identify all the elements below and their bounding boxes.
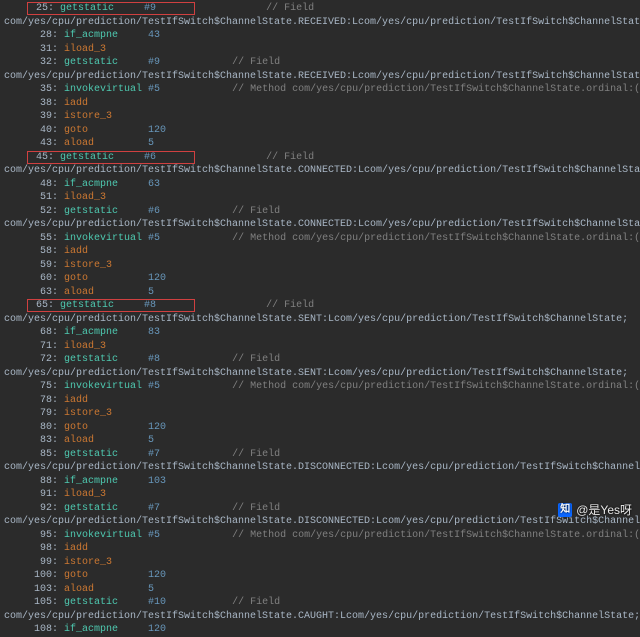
code-line: 85: getstatic #7 // Field (4, 448, 640, 462)
code-line: 98: iadd (4, 542, 640, 556)
code-line: 52: getstatic #6 // Field (4, 205, 640, 219)
code-line: com/yes/cpu/prediction/TestIfSwitch$Chan… (4, 515, 640, 529)
code-line: 68: if_acmpne 83 (4, 326, 640, 340)
code-line: 32: getstatic #9 // Field (4, 56, 640, 70)
code-line: com/yes/cpu/prediction/TestIfSwitch$Chan… (4, 218, 640, 232)
code-line: 43: aload 5 (4, 137, 640, 151)
code-line: 75: invokevirtual #5 // Method com/yes/c… (4, 380, 640, 394)
code-line: 95: invokevirtual #5 // Method com/yes/c… (4, 529, 640, 543)
code-line: 108: if_acmpne 120 (4, 623, 640, 637)
code-line: 72: getstatic #8 // Field (4, 353, 640, 367)
code-line: 78: iadd (4, 394, 640, 408)
code-line: com/yes/cpu/prediction/TestIfSwitch$Chan… (4, 313, 640, 327)
watermark: 知 @是Yes呀 (558, 502, 632, 518)
code-line: 38: iadd (4, 97, 640, 111)
code-line: 45: getstatic #6 // Field (4, 151, 640, 165)
code-line: 80: goto 120 (4, 421, 640, 435)
code-line: 100: goto 120 (4, 569, 640, 583)
code-line: 40: goto 120 (4, 124, 640, 138)
code-line: com/yes/cpu/prediction/TestIfSwitch$Chan… (4, 367, 640, 381)
bytecode-listing: 25: getstatic #9 // Fieldcom/yes/cpu/pre… (0, 0, 640, 637)
code-line: 60: goto 120 (4, 272, 640, 286)
code-line: com/yes/cpu/prediction/TestIfSwitch$Chan… (4, 610, 640, 624)
code-line: 92: getstatic #7 // Field (4, 502, 640, 516)
code-line: 79: istore_3 (4, 407, 640, 421)
code-line: 91: iload_3 (4, 488, 640, 502)
code-line: 65: getstatic #8 // Field (4, 299, 640, 313)
code-line: 99: istore_3 (4, 556, 640, 570)
code-line: com/yes/cpu/prediction/TestIfSwitch$Chan… (4, 164, 640, 178)
code-line: 58: iadd (4, 245, 640, 259)
code-line: 31: iload_3 (4, 43, 640, 57)
code-line: com/yes/cpu/prediction/TestIfSwitch$Chan… (4, 70, 640, 84)
code-line: 28: if_acmpne 43 (4, 29, 640, 43)
code-line: 39: istore_3 (4, 110, 640, 124)
zhihu-logo-icon: 知 (558, 503, 572, 517)
code-line: 55: invokevirtual #5 // Method com/yes/c… (4, 232, 640, 246)
code-line: 103: aload 5 (4, 583, 640, 597)
code-line: com/yes/cpu/prediction/TestIfSwitch$Chan… (4, 16, 640, 30)
watermark-text: @是Yes呀 (576, 502, 632, 518)
code-line: 71: iload_3 (4, 340, 640, 354)
code-line: 48: if_acmpne 63 (4, 178, 640, 192)
code-line: 59: istore_3 (4, 259, 640, 273)
code-line: 35: invokevirtual #5 // Method com/yes/c… (4, 83, 640, 97)
code-line: 83: aload 5 (4, 434, 640, 448)
code-line: 88: if_acmpne 103 (4, 475, 640, 489)
code-line: com/yes/cpu/prediction/TestIfSwitch$Chan… (4, 461, 640, 475)
code-line: 63: aload 5 (4, 286, 640, 300)
code-line: 25: getstatic #9 // Field (4, 2, 640, 16)
code-line: 51: iload_3 (4, 191, 640, 205)
code-line: 105: getstatic #10 // Field (4, 596, 640, 610)
